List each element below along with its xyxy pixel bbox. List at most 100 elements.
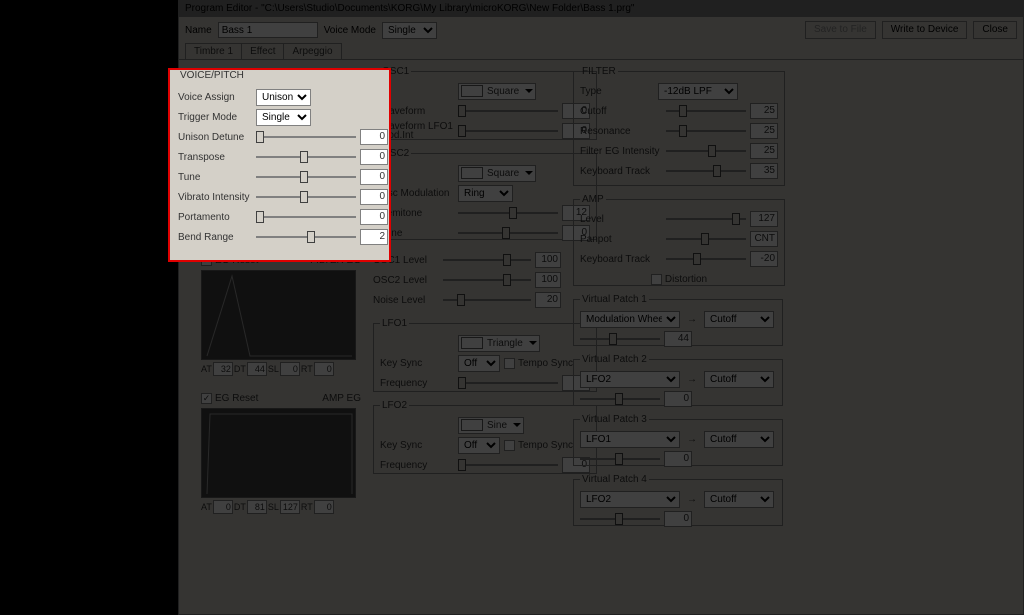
vp3-dst[interactable]: Cutoff <box>704 431 774 448</box>
vp4-dst[interactable]: Cutoff <box>704 491 774 508</box>
cutoff-value[interactable]: 25 <box>750 103 778 119</box>
cutoff-slider[interactable] <box>666 104 746 118</box>
tune-label: Tune <box>178 172 252 183</box>
filter-egint-value[interactable]: 25 <box>750 143 778 159</box>
vp3-amt-value[interactable]: 0 <box>664 451 692 467</box>
filter-kbt-slider[interactable] <box>666 164 746 178</box>
panpot-label: Panpot <box>580 234 662 245</box>
amp-kbt-value[interactable]: -20 <box>750 251 778 267</box>
noise-level-label: Noise Level <box>373 295 439 306</box>
vp2-amt-value[interactable]: 0 <box>664 391 692 407</box>
amp-eg-reset-checkbox[interactable]: ✓EG Reset <box>201 393 258 404</box>
resonance-value[interactable]: 25 <box>750 123 778 139</box>
lfo2-freq-slider[interactable] <box>458 458 558 472</box>
lfo1-keysync-select[interactable]: Off <box>458 355 500 372</box>
portamento-slider[interactable] <box>256 210 356 224</box>
voice-assign-select[interactable]: Unison <box>256 89 311 106</box>
amp-legend: AMP <box>580 194 606 205</box>
portamento-value[interactable]: 0 <box>360 209 388 225</box>
distortion-checkbox[interactable]: Distortion <box>651 274 707 285</box>
vp1-amt-value[interactable]: 44 <box>664 331 692 347</box>
lfo2-group: LFO2 Sine Key Sync Off Tempo Sync Freque… <box>373 400 597 474</box>
lfo1-tempo-checkbox[interactable]: Tempo Sync <box>504 358 573 369</box>
lfo2-legend: LFO2 <box>380 400 409 411</box>
amp-kbt-slider[interactable] <box>666 252 746 266</box>
amp-eg-sl[interactable]: 127 <box>280 500 300 514</box>
vp4-amt-slider[interactable] <box>580 512 660 526</box>
filter-kbt-value[interactable]: 35 <box>750 163 778 179</box>
bend-range-value[interactable]: 2 <box>360 229 388 245</box>
filter-eg-graph[interactable] <box>201 270 356 360</box>
vp2-src[interactable]: LFO2 <box>580 371 680 388</box>
vp2-dst[interactable]: Cutoff <box>704 371 774 388</box>
filter-eg-section: ✓EG Reset FILTER EG AT32 DT44 SL0 RT0 <box>201 250 361 376</box>
transpose-value[interactable]: 0 <box>360 149 388 165</box>
save-button[interactable]: Save to File <box>805 21 876 39</box>
tune-slider[interactable] <box>256 170 356 184</box>
vp4-amt-value[interactable]: 0 <box>664 511 692 527</box>
osc2-semi-slider[interactable] <box>458 206 558 220</box>
vp3-src[interactable]: LFO1 <box>580 431 680 448</box>
unison-detune-value[interactable]: 0 <box>360 129 388 145</box>
resonance-slider[interactable] <box>666 124 746 138</box>
name-field[interactable] <box>218 22 318 38</box>
vp4-src[interactable]: LFO2 <box>580 491 680 508</box>
osc2-group: OSC2 Square Osc Modulation Ring Semitone… <box>373 148 597 240</box>
panpot-value[interactable]: CNT <box>750 231 778 247</box>
unison-detune-slider[interactable] <box>256 130 356 144</box>
vp1-dst[interactable]: Cutoff <box>704 311 774 328</box>
sine-wave-icon <box>461 419 483 431</box>
amp-level-value[interactable]: 127 <box>750 211 778 227</box>
osc2-oscmod-select[interactable]: Ring <box>458 185 513 202</box>
amp-eg-dt[interactable]: 81 <box>247 500 267 514</box>
tune-value[interactable]: 0 <box>360 169 388 185</box>
transpose-slider[interactable] <box>256 150 356 164</box>
lfo2-wave-select[interactable]: Sine <box>458 417 524 434</box>
amp-level-slider[interactable] <box>666 212 746 226</box>
vp1-amt-slider[interactable] <box>580 332 660 346</box>
amp-eg-graph[interactable] <box>201 408 356 498</box>
voice-mode-select[interactable]: Single <box>382 22 437 39</box>
osc2-level-value[interactable]: 100 <box>535 272 561 288</box>
filter-eg-rt[interactable]: 0 <box>314 362 334 376</box>
amp-eg-at[interactable]: 0 <box>213 500 233 514</box>
lfo1-wave-select[interactable]: Triangle <box>458 335 540 352</box>
arrow-icon: → <box>687 314 697 325</box>
osc1-level-slider[interactable] <box>443 253 532 267</box>
osc1-waveform-slider[interactable] <box>458 104 558 118</box>
vp1-src[interactable]: Modulation Wheel <box>580 311 680 328</box>
mixer-group: OSC1 Level 100 OSC2 Level 100 Noise Leve… <box>373 250 561 310</box>
lfo1-freq-slider[interactable] <box>458 376 558 390</box>
trigger-mode-select[interactable]: Single <box>256 109 311 126</box>
filter-egint-slider[interactable] <box>666 144 746 158</box>
tab-arpeggio[interactable]: Arpeggio <box>283 43 341 59</box>
osc2-tune-slider[interactable] <box>458 226 558 240</box>
panpot-slider[interactable] <box>666 232 746 246</box>
bend-range-slider[interactable] <box>256 230 356 244</box>
osc1-level-value[interactable]: 100 <box>535 252 561 268</box>
tab-timbre1[interactable]: Timbre 1 <box>185 43 242 59</box>
vp3-amt-slider[interactable] <box>580 452 660 466</box>
lfo2-tempo-checkbox[interactable]: Tempo Sync <box>504 440 573 451</box>
osc1-mod-slider[interactable] <box>458 124 558 138</box>
vibrato-value[interactable]: 0 <box>360 189 388 205</box>
write-button[interactable]: Write to Device <box>882 21 968 39</box>
noise-level-slider[interactable] <box>443 293 532 307</box>
close-button[interactable]: Close <box>973 21 1017 39</box>
osc1-wave-select[interactable]: Square <box>458 83 536 100</box>
vibrato-slider[interactable] <box>256 190 356 204</box>
amp-eg-section: ✓EG Reset AMP EG AT0 DT81 SL127 RT0 <box>201 388 361 514</box>
amp-eg-rt[interactable]: 0 <box>314 500 334 514</box>
filter-eg-at[interactable]: 32 <box>213 362 233 376</box>
osc2-wave-select[interactable]: Square <box>458 165 536 182</box>
osc2-level-slider[interactable] <box>443 273 532 287</box>
tab-effect[interactable]: Effect <box>241 43 284 59</box>
vp2-group: Virtual Patch 2 LFO2 → Cutoff 0 <box>573 354 783 406</box>
filter-eg-dt[interactable]: 44 <box>247 362 267 376</box>
filter-eg-sl[interactable]: 0 <box>280 362 300 376</box>
filter-type-select[interactable]: -12dB LPF <box>658 83 738 100</box>
lfo2-keysync-select[interactable]: Off <box>458 437 500 454</box>
noise-level-value[interactable]: 20 <box>535 292 561 308</box>
highlight-region: VOICE/PITCH Voice Assign Unison Trigger … <box>168 68 391 262</box>
vp2-amt-slider[interactable] <box>580 392 660 406</box>
